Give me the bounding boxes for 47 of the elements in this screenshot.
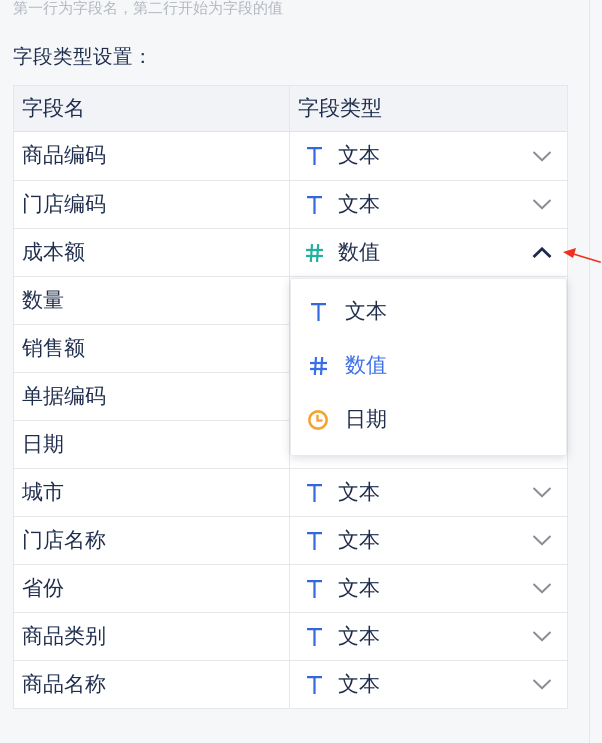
type-select[interactable]: 文本 — [290, 613, 567, 660]
chevron-up-icon — [532, 247, 552, 258]
table-cell: 门店名称 — [14, 517, 290, 564]
table-cell: 商品类别 — [14, 613, 290, 660]
table-cell: 门店编码 — [14, 181, 290, 228]
type-select[interactable]: 文本 — [290, 469, 567, 516]
type-select[interactable]: 文本 — [290, 565, 567, 612]
column-header: 字段类型 — [297, 96, 383, 122]
type-select[interactable]: 文本 — [290, 181, 567, 228]
letter-t-icon — [310, 303, 326, 321]
table-cell: 成本额 — [14, 229, 290, 276]
letter-t-icon — [306, 484, 322, 502]
pointer-arrow — [563, 247, 601, 263]
table-cell: 商品名称 — [14, 661, 290, 708]
table-cell: 日期 — [14, 421, 290, 468]
chevron-down-icon — [532, 487, 552, 498]
section-title: 字段类型设置： — [13, 45, 153, 70]
letter-t-icon — [306, 580, 322, 598]
chevron-down-icon — [532, 583, 552, 594]
letter-t-icon — [306, 196, 322, 214]
type-select[interactable]: 文本 — [290, 132, 567, 180]
column-header: 字段名 — [14, 86, 290, 131]
dropdown-option[interactable]: 文本 — [291, 285, 566, 339]
clock-icon — [308, 410, 328, 430]
table-cell: 数量 — [14, 277, 290, 324]
hash-icon — [306, 244, 322, 262]
dropdown-option[interactable]: 日期 — [291, 393, 566, 447]
hash-icon — [310, 357, 326, 375]
type-select[interactable]: 文本 — [290, 517, 567, 564]
chevron-down-icon — [532, 679, 552, 690]
chevron-down-icon — [532, 535, 552, 546]
chevron-down-icon — [532, 150, 552, 162]
table-cell: 城市 — [14, 469, 290, 516]
chevron-down-icon — [532, 199, 552, 210]
type-select[interactable]: 文本 — [290, 661, 567, 708]
letter-t-icon — [306, 676, 322, 694]
letter-t-icon — [306, 532, 322, 550]
letter-t-icon — [306, 628, 322, 646]
table-cell: 销售额 — [14, 325, 290, 372]
table-cell: 省份 — [14, 565, 290, 612]
hint-text: 第一行为字段名，第二行开始为字段的值 — [13, 0, 283, 18]
chevron-down-icon — [532, 631, 552, 642]
type-select[interactable]: 数值 — [290, 229, 567, 276]
table-cell: 商品编码 — [14, 132, 290, 180]
table-cell: 单据编码 — [14, 373, 290, 420]
dropdown-option[interactable]: 数值 — [291, 339, 566, 393]
letter-t-icon — [306, 147, 322, 165]
